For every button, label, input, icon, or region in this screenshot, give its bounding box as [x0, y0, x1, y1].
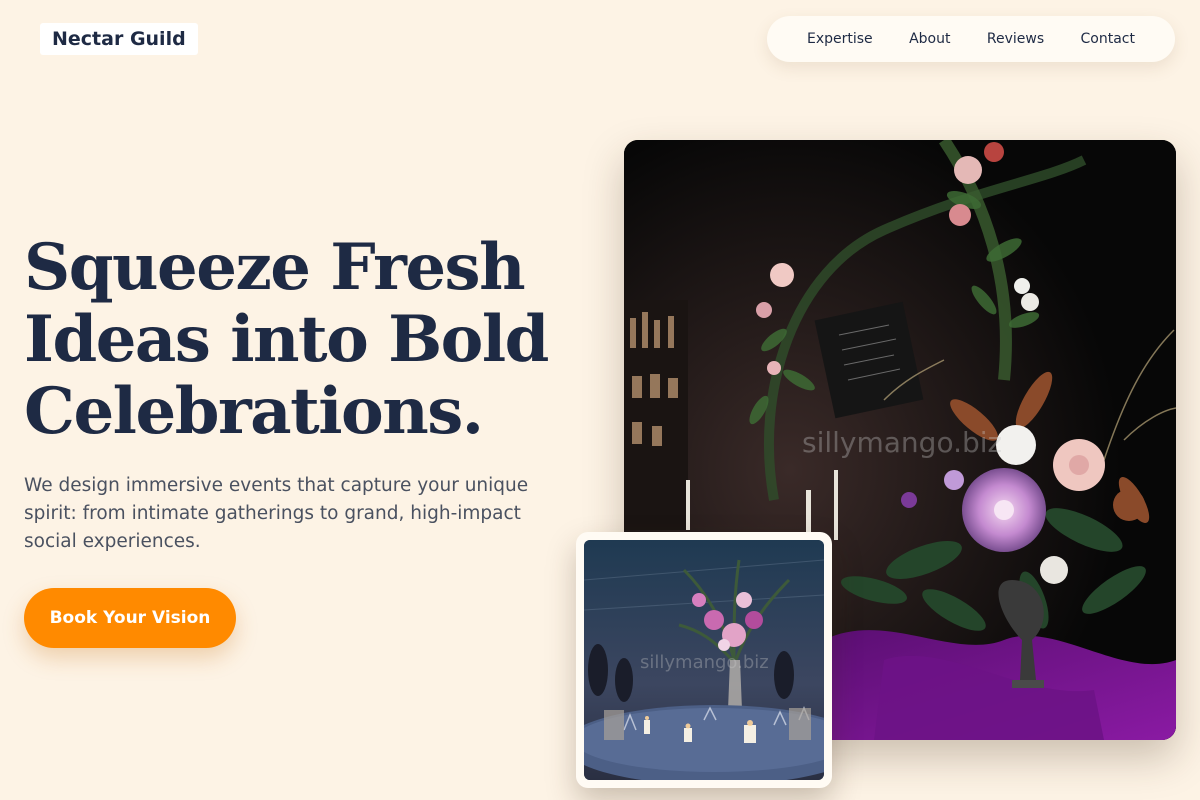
nav-link-reviews[interactable]: Reviews	[987, 31, 1044, 47]
inset-photo-watermark: sillymango.biz	[640, 652, 769, 673]
headline-line-1: Squeeze Fresh	[24, 230, 526, 305]
book-your-vision-button[interactable]: Book Your Vision	[24, 588, 236, 648]
top-navigation: Expertise About Reviews Contact	[767, 16, 1175, 62]
headline-line-2: Ideas into Bold	[24, 302, 549, 377]
landing-page: Nectar Guild Expertise About Reviews Con…	[0, 0, 1200, 800]
hero-description: We design immersive events that capture …	[24, 475, 529, 552]
headline-line-3: Celebrations.	[24, 374, 484, 449]
reception-table-photo: sillymango.biz	[584, 540, 824, 780]
brand-logo[interactable]: Nectar Guild	[40, 23, 198, 55]
reception-table-photo-card: sillymango.biz	[576, 532, 832, 788]
hero-headline: Squeeze Fresh Ideas into Bold Celebratio…	[24, 232, 584, 448]
main-photo-watermark: sillymango.biz	[802, 426, 1002, 459]
nav-link-expertise[interactable]: Expertise	[807, 31, 873, 47]
nav-link-about[interactable]: About	[909, 31, 950, 47]
nav-link-contact[interactable]: Contact	[1081, 31, 1135, 47]
reception-table-illustration: sillymango.biz	[584, 540, 824, 780]
